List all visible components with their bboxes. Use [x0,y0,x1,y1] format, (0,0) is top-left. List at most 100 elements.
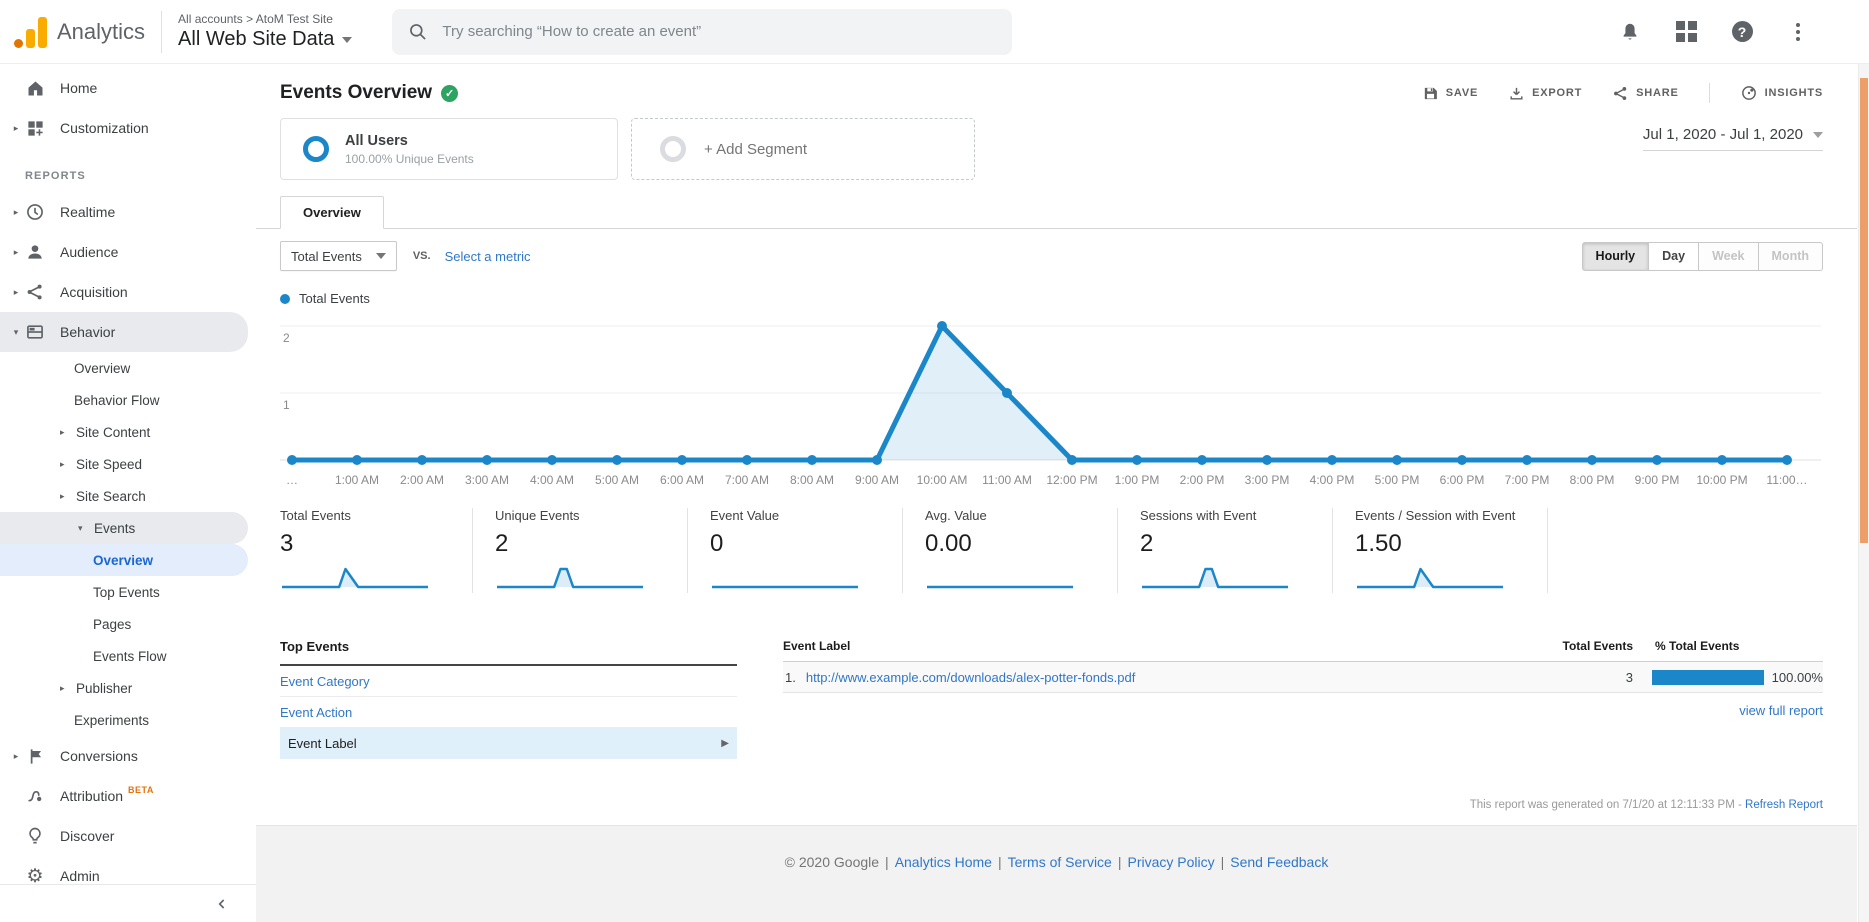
svg-text:1:00 AM: 1:00 AM [335,473,379,487]
segment-ring-icon [660,136,686,162]
sidebar-item-acquisition[interactable]: ▸ Acquisition [0,272,248,312]
main-content: Events Overview ✓ SAVE EXPORT SHARE [256,64,1857,922]
top-events-item-label[interactable]: Event Label ▶ [280,728,737,759]
metric-card-event-value[interactable]: Event Value 0 [710,508,903,593]
svg-text:4:00 PM: 4:00 PM [1310,473,1355,487]
search-input[interactable] [442,23,996,40]
admin-gear-icon: ⚙ [24,865,46,887]
apps-grid-icon[interactable] [1673,19,1699,45]
refresh-report-link[interactable]: Refresh Report [1745,799,1823,811]
sidebar-item-audience[interactable]: ▸ Audience [0,232,248,272]
footer-link-terms[interactable]: Terms of Service [1008,854,1112,922]
legend-dot-icon [280,294,290,304]
report-generated-line: This report was generated on 7/1/20 at 1… [256,799,1857,811]
metric-card-total-events[interactable]: Total Events 3 [280,508,473,593]
segment-all-users[interactable]: All Users 100.00% Unique Events [280,118,618,180]
metric-selector-dropdown[interactable]: Total Events [280,241,397,271]
sidebar-item-events-flow[interactable]: Events Flow [0,640,248,672]
total-events-line-chart: 21…1:00 AM2:00 AM3:00 AM4:00 AM5:00 AM6:… [280,310,1821,492]
sidebar-item-site-search[interactable]: ▸ Site Search [0,480,248,512]
chart-legend: Total Events [256,291,1857,306]
top-events-item-category[interactable]: Event Category [280,666,737,697]
granularity-day-button[interactable]: Day [1649,242,1699,271]
sidebar-item-experiments[interactable]: Experiments [0,704,248,736]
analytics-app: Analytics All accounts > AtoM Test Site … [0,0,1869,922]
sidebar-item-behavior[interactable]: ▾ Behavior [0,312,248,352]
sidebar-item-pages[interactable]: Pages [0,608,248,640]
row-percent: 100.00% [1772,670,1823,685]
svg-text:5:00 PM: 5:00 PM [1375,473,1420,487]
kebab-menu-icon[interactable] [1785,19,1811,45]
sidebar-item-attribution[interactable]: Attribution BETA [0,776,248,816]
metric-card-sessions-with-event[interactable]: Sessions with Event 2 [1140,508,1333,593]
account-switcher[interactable]: All accounts > AtoM Test Site All Web Si… [178,12,352,51]
sidebar-item-behavior-overview[interactable]: Overview [0,352,248,384]
event-label-link[interactable]: http://www.example.com/downloads/alex-po… [806,670,1136,685]
share-icon [1612,85,1629,102]
right-arrow-icon: ▶ [721,738,737,749]
sidebar-item-top-events[interactable]: Top Events [0,576,248,608]
sidebar-item-site-speed[interactable]: ▸ Site Speed [0,448,248,480]
sidebar-item-home[interactable]: Home [0,68,248,108]
share-button[interactable]: SHARE [1612,85,1679,102]
metric-card-avg-value[interactable]: Avg. Value 0.00 [925,508,1118,593]
chevron-down-icon [342,37,352,43]
scrollbar-thumb[interactable] [1860,78,1868,543]
help-icon[interactable]: ? [1729,19,1755,45]
collapse-arrow-icon: ▾ [8,327,24,338]
page-scrollbar[interactable] [1858,64,1869,922]
add-segment-button[interactable]: + Add Segment [631,118,975,180]
svg-text:12:00 PM: 12:00 PM [1046,473,1097,487]
notifications-bell-icon[interactable] [1617,19,1643,45]
row-total-events: 3 [1513,670,1633,685]
footer-link-privacy[interactable]: Privacy Policy [1127,854,1214,922]
svg-text:5:00 AM: 5:00 AM [595,473,639,487]
view-full-report-link[interactable]: view full report [1739,703,1823,718]
actions-divider [1709,83,1710,103]
granularity-hourly-button[interactable]: Hourly [1582,242,1650,271]
sidebar-item-events[interactable]: ▾ Events [0,512,248,544]
sidebar-item-conversions[interactable]: ▸ Conversions [0,736,248,776]
audience-person-icon [24,241,46,263]
export-button[interactable]: EXPORT [1508,85,1582,102]
row-index: 1. [785,670,796,685]
sidebar-item-site-content[interactable]: ▸ Site Content [0,416,248,448]
segment-subtitle: 100.00% Unique Events [345,152,474,166]
expand-arrow-icon: ▸ [8,123,24,134]
select-metric-link[interactable]: Select a metric [445,249,531,264]
sidebar-item-events-overview[interactable]: Overview [0,544,248,576]
sidebar-item-realtime[interactable]: ▸ Realtime [0,192,248,232]
svg-text:1:00 PM: 1:00 PM [1115,473,1160,487]
tab-overview[interactable]: Overview [280,196,384,229]
search-bar[interactable] [392,9,1012,55]
col-header-total-events: Total Events [1513,639,1633,653]
svg-text:6:00 PM: 6:00 PM [1440,473,1485,487]
analytics-logo-icon[interactable] [14,16,47,48]
acquisition-icon [24,281,46,303]
svg-text:6:00 AM: 6:00 AM [660,473,704,487]
svg-text:3:00 PM: 3:00 PM [1245,473,1290,487]
sidebar-item-customization[interactable]: ▸ Customization [0,108,248,148]
expand-arrow-icon: ▸ [8,207,24,218]
breadcrumb: All accounts > AtoM Test Site [178,12,352,26]
svg-text:11:00…: 11:00… [1766,473,1807,487]
sparkline [925,563,1075,591]
save-button[interactable]: SAVE [1422,85,1478,102]
sparkline [1140,563,1290,591]
sidebar-item-behavior-flow[interactable]: Behavior Flow [0,384,248,416]
metric-card-events-per-session[interactable]: Events / Session with Event 1.50 [1355,508,1548,593]
top-events-item-action[interactable]: Event Action [280,697,737,728]
sidebar-collapse[interactable] [0,884,256,922]
sidebar-item-publisher[interactable]: ▸ Publisher [0,672,248,704]
metric-card-unique-events[interactable]: Unique Events 2 [495,508,688,593]
insights-button[interactable]: INSIGHTS [1740,84,1823,102]
collapse-arrow-icon: ▾ [78,523,94,534]
search-icon [408,22,428,42]
footer-link-analytics-home[interactable]: Analytics Home [895,854,992,922]
expand-arrow-icon: ▸ [60,427,76,438]
attribution-icon [24,785,46,807]
sparkline [1355,563,1505,591]
sidebar-item-discover[interactable]: Discover [0,816,248,856]
footer-link-feedback[interactable]: Send Feedback [1230,854,1328,922]
date-range-picker[interactable]: Jul 1, 2020 - Jul 1, 2020 [1643,126,1823,151]
